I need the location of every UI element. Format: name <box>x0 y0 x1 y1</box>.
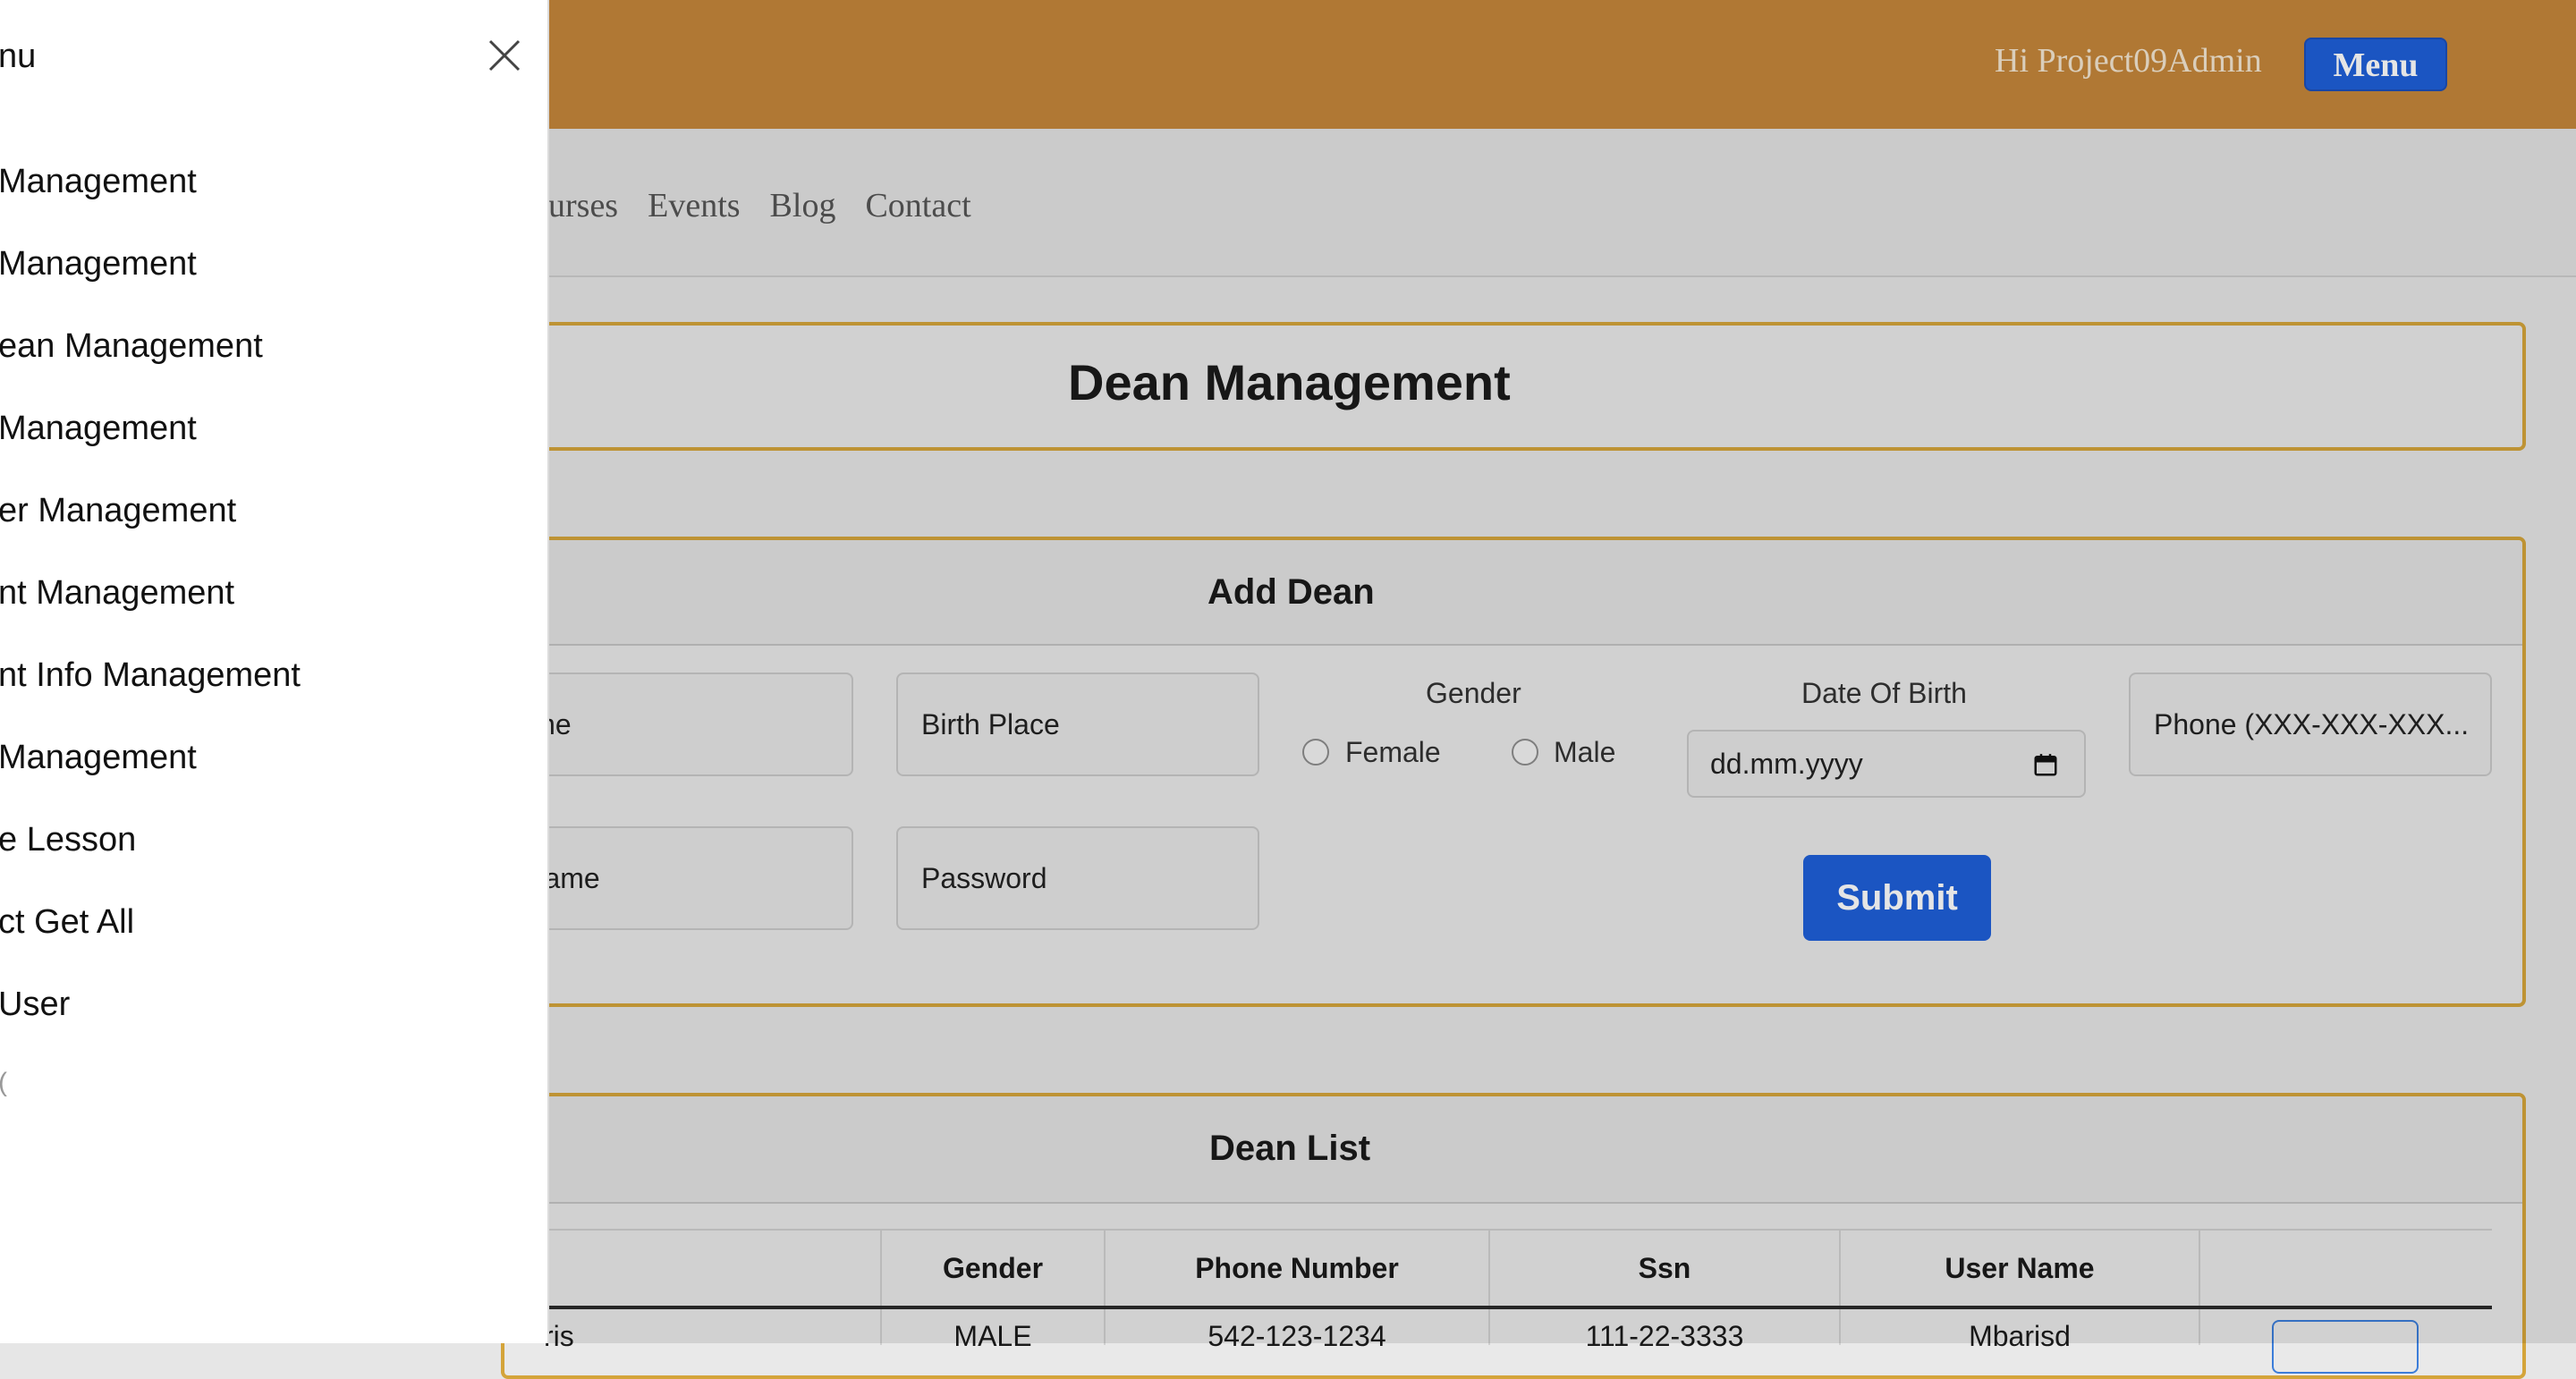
offcanvas-menu: nu Management Management ean Management … <box>0 0 549 1343</box>
menu-item-admin-management[interactable]: Management <box>0 163 197 201</box>
menu-item-management-4[interactable]: Management <box>0 410 197 448</box>
close-icon[interactable] <box>485 36 524 75</box>
menu-item-management-2[interactable]: Management <box>0 245 197 283</box>
menu-item-user[interactable]: User <box>0 986 70 1024</box>
menu-item-student-info-management[interactable]: nt Info Management <box>0 656 301 695</box>
menu-item-dean-management[interactable]: ean Management <box>0 327 263 366</box>
menu-item-student-management[interactable]: nt Management <box>0 574 234 613</box>
menu-item-truncated[interactable]: ( <box>0 1068 7 1098</box>
menu-item-lesson[interactable]: e Lesson <box>0 821 136 859</box>
menu-item-management-8[interactable]: Management <box>0 739 197 777</box>
menu-item-contact-get-all[interactable]: ct Get All <box>0 903 134 942</box>
menu-item-teacher-management[interactable]: er Management <box>0 492 236 530</box>
offcanvas-title: nu <box>0 38 37 75</box>
